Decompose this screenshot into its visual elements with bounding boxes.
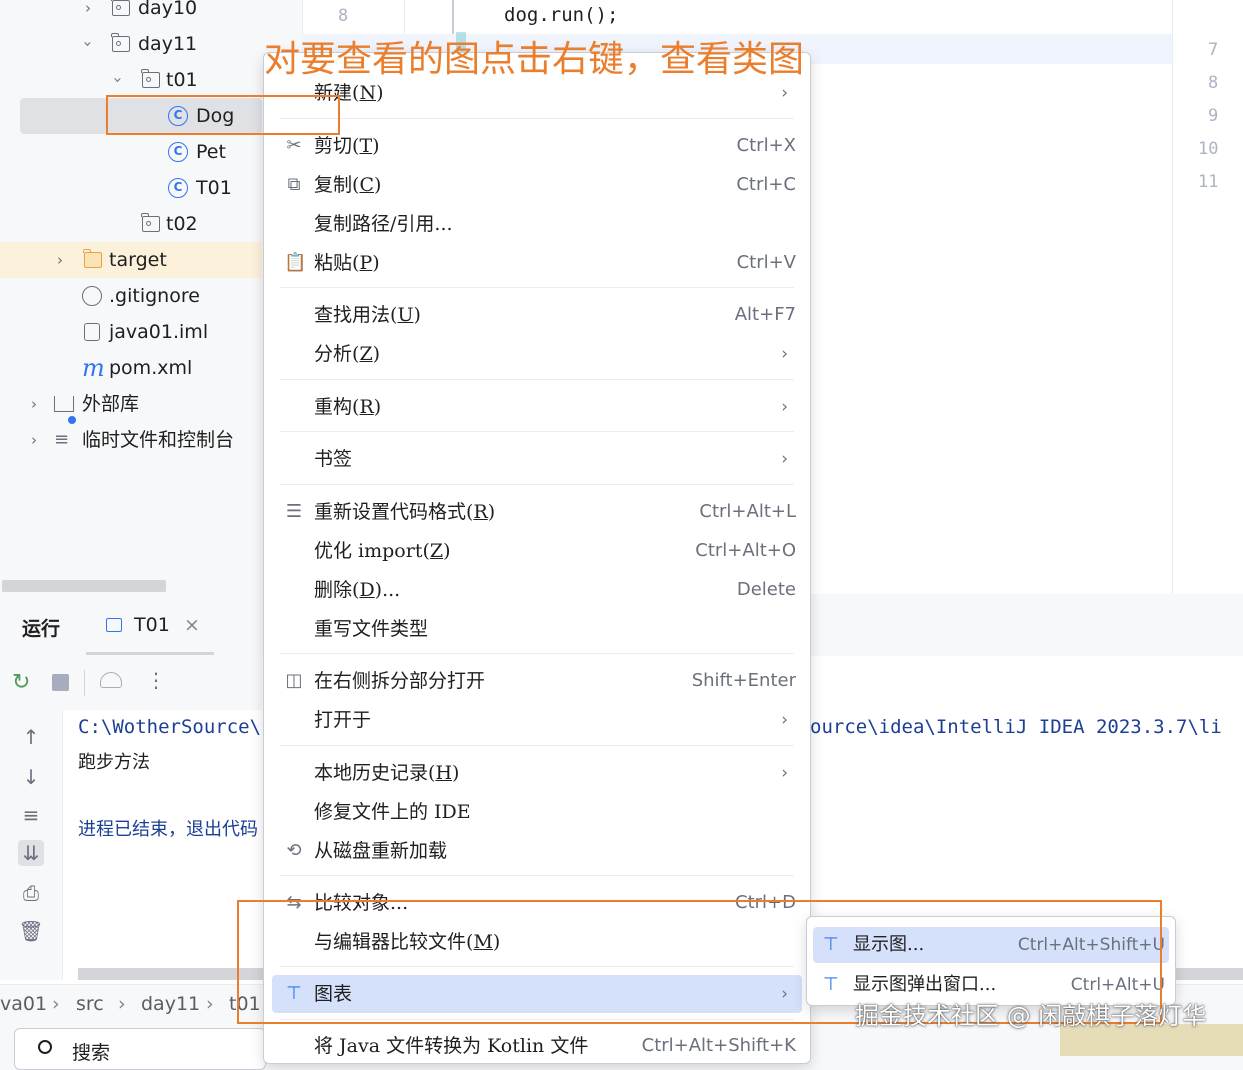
console-exit-line: 进程已结束，退出代码 (78, 819, 258, 840)
line-number: 9 (1208, 106, 1219, 126)
run-tab-t01[interactable]: T01 (134, 614, 170, 636)
run-side-toolbar: ↑ ↓ ≡ ⇊ ⎙ 🗑 (0, 710, 63, 980)
menu-separator (280, 745, 794, 746)
search-label: 搜索 (72, 1042, 111, 1064)
chevron-right-icon[interactable]: › (80, 0, 96, 26)
menu-item-analyze[interactable]: 分析(Z) › (272, 335, 802, 373)
menu-item-cut[interactable]: ✂ 剪切(T) Ctrl+X (272, 127, 802, 165)
menu-item-find-usages[interactable]: 查找用法(U) Alt+F7 (272, 296, 802, 334)
code-line[interactable]: dog.run(); (504, 4, 618, 26)
menu-item-local-history[interactable]: 本地历史记录(H) › (272, 754, 802, 792)
package-folder-icon (141, 69, 160, 88)
menu-item-override-file-type[interactable]: 重写文件类型 (272, 610, 802, 648)
chevron-right-icon[interactable]: › (26, 386, 42, 422)
arrow-down-icon[interactable]: ↓ (18, 764, 44, 790)
annotation-box-dog (106, 95, 340, 135)
menu-item-reload-from-disk[interactable]: ⟲ 从磁盘重新加载 (272, 832, 802, 870)
toolbar-divider (84, 670, 85, 696)
annotation-text: 对要查看的图点击右键，查看类图 (264, 39, 805, 80)
scratches-badge-icon (68, 416, 76, 424)
search-input[interactable] (14, 1028, 266, 1070)
right-gutter-divider (1172, 0, 1173, 594)
menu-separator (280, 287, 794, 288)
breadcrumb-separator-icon: › (118, 993, 126, 1015)
run-toolbar: ↻ ⋮ (0, 656, 262, 710)
breadcrumb-item[interactable]: day11 (141, 993, 200, 1015)
chevron-down-icon[interactable]: › (100, 72, 136, 88)
menu-item-open-split[interactable]: ◫ 在右侧拆分部分打开 Shift+Enter (272, 662, 802, 700)
line-number: 11 (1198, 172, 1219, 192)
menu-item-optimize-imports[interactable]: 优化 import(Z) Ctrl+Alt+O (272, 532, 802, 570)
arrow-up-icon[interactable]: ↑ (18, 724, 44, 750)
chevron-right-icon: › (781, 710, 788, 730)
clipboard-icon: 📋 (284, 252, 307, 273)
run-config-icon (106, 618, 122, 632)
breadcrumb-item[interactable]: src (76, 993, 104, 1015)
line-number: 7 (1208, 40, 1219, 60)
chevron-right-icon: › (781, 397, 788, 417)
menu-separator (280, 484, 794, 485)
reformat-icon: ☰ (285, 501, 303, 522)
class-icon: C (168, 142, 188, 162)
scratches-icon: ≡ (54, 429, 70, 450)
folder-icon (83, 249, 102, 268)
console-output: 跑步方法 (78, 752, 150, 773)
package-folder-icon (111, 0, 130, 16)
maven-icon: m (82, 354, 105, 382)
line-number: 8 (1208, 73, 1219, 93)
close-icon[interactable]: × (184, 614, 200, 636)
console-path-left: C:\WotherSource\ (78, 716, 262, 738)
package-folder-icon (111, 33, 130, 52)
menu-item-convert-kotlin[interactable]: 将 Java 文件转换为 Kotlin 文件 Ctrl+Alt+Shift+K (272, 1027, 802, 1065)
module-file-icon (84, 323, 100, 341)
chevron-right-icon[interactable]: › (26, 422, 42, 458)
menu-separator (280, 875, 794, 876)
chevron-right-icon[interactable]: › (52, 242, 68, 278)
run-tab-title: 运行 (22, 618, 61, 640)
chevron-down-icon[interactable]: › (70, 36, 106, 52)
breadcrumb-separator-icon: › (52, 993, 60, 1015)
search-icon (38, 1040, 52, 1054)
more-options-icon[interactable]: ⋮ (146, 668, 166, 692)
line-number: 8 (338, 6, 349, 26)
menu-item-repair-ide[interactable]: 修复文件上的 IDE (272, 793, 802, 831)
menu-item-open-in[interactable]: 打开于 › (272, 701, 802, 739)
profiler-icon[interactable] (100, 672, 122, 688)
class-icon: C (168, 178, 188, 198)
project-tree: › day10 › day11 › t01 C Dog C Pet C T01 … (0, 0, 262, 598)
menu-item-copy-path[interactable]: 复制路径/引用... (272, 205, 802, 243)
soft-wrap-icon[interactable]: ≡ (18, 802, 44, 828)
ignore-file-icon (82, 286, 102, 306)
chevron-right-icon: › (781, 763, 788, 783)
menu-item-delete[interactable]: 删除(D)... Delete (272, 571, 802, 609)
chevron-right-icon: › (781, 449, 788, 469)
library-icon (54, 396, 74, 412)
stop-icon[interactable] (52, 674, 69, 691)
trash-icon[interactable]: 🗑 (18, 918, 44, 944)
copy-icon: ⧉ (287, 174, 301, 195)
menu-item-paste[interactable]: 📋 粘贴(P) Ctrl+V (272, 244, 802, 282)
line-number: 10 (1198, 139, 1219, 159)
console-path-right: ource\idea\IntelliJ IDEA 2023.3.7\li (810, 716, 1222, 738)
chevron-right-icon: › (781, 344, 788, 364)
menu-item-reformat[interactable]: ☰ 重新设置代码格式(R) Ctrl+Alt+L (272, 493, 802, 531)
menu-separator (280, 653, 794, 654)
print-icon[interactable]: ⎙ (18, 880, 44, 906)
menu-separator (280, 431, 794, 432)
menu-item-bookmarks[interactable]: 书签 › (272, 440, 802, 478)
tab-underline (86, 652, 214, 655)
menu-item-copy[interactable]: ⧉ 复制(C) Ctrl+C (272, 166, 802, 204)
tree-scrollbar[interactable] (2, 580, 166, 592)
reload-icon: ⟲ (286, 840, 302, 861)
breadcrumb-item[interactable]: va01 (0, 993, 47, 1015)
menu-item-refactor[interactable]: 重构(R) › (272, 388, 802, 426)
watermark: 掘金技术社区 @ 闲敲棋子落灯华 (855, 1002, 1207, 1030)
package-folder-icon (141, 213, 160, 232)
rerun-icon[interactable]: ↻ (12, 670, 30, 695)
menu-separator (280, 379, 794, 380)
split-view-icon: ◫ (285, 670, 303, 691)
scroll-to-end-icon[interactable]: ⇊ (18, 840, 44, 866)
menu-separator (280, 118, 794, 119)
breadcrumb-separator-icon: › (206, 993, 214, 1015)
